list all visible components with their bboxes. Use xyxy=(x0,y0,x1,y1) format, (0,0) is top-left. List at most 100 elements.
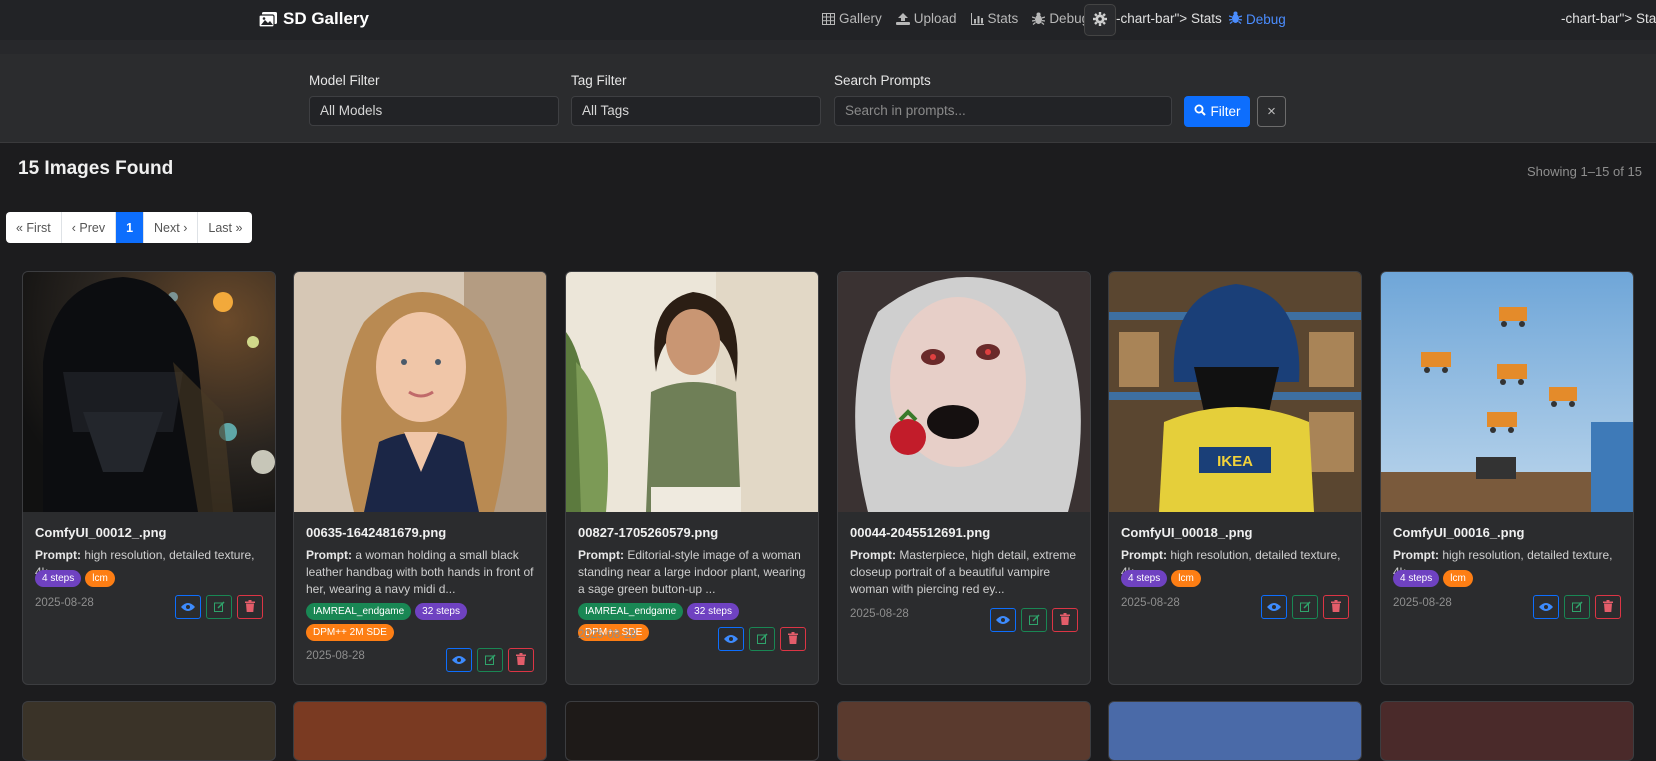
image-card-thumbnail[interactable] xyxy=(1108,701,1362,761)
model-filter-label: Model Filter xyxy=(309,73,380,88)
page-next-link[interactable]: Next › xyxy=(144,212,199,243)
view-button[interactable] xyxy=(990,608,1016,632)
results-count-heading: 15 Images Found xyxy=(18,158,174,179)
tag-filter-label: Tag Filter xyxy=(571,73,627,88)
svg-text:IKEA: IKEA xyxy=(1217,453,1253,470)
navbar-spacer xyxy=(0,40,1656,54)
model-filter-select[interactable]: All Models xyxy=(309,96,559,126)
tag-badge[interactable]: DPM++ 2M SDE xyxy=(306,624,394,641)
delete-button[interactable] xyxy=(1595,595,1621,619)
settings-button[interactable] xyxy=(1084,4,1116,36)
nav-stats-broken-text[interactable]: -chart-bar"> Stats xyxy=(1116,11,1222,26)
page-last-link[interactable]: Last » xyxy=(198,212,252,243)
filter-bar xyxy=(0,54,1656,143)
nav-gallery-link[interactable]: Gallery xyxy=(822,11,882,26)
eye-icon xyxy=(1539,599,1553,615)
image-card-thumbnail[interactable] xyxy=(293,701,547,761)
image-filename: ComfyUI_00016_.png xyxy=(1393,525,1525,540)
upload-icon xyxy=(895,12,910,25)
page-current[interactable]: 1 xyxy=(116,212,145,243)
view-button[interactable] xyxy=(1261,595,1287,619)
nav-stats-link[interactable]: Stats xyxy=(970,11,1018,26)
image-card: 00635-1642481679.png Prompt: a woman hol… xyxy=(293,271,547,685)
nav-upload-label: Upload xyxy=(913,11,957,26)
nav-stats-broken-text-2[interactable]: -chart-bar"> Stats xyxy=(1561,11,1656,26)
showing-range-text: Showing 1–15 of 15 xyxy=(1527,164,1642,179)
tag-badge[interactable]: 32 steps xyxy=(687,603,739,620)
card-actions xyxy=(718,627,806,651)
delete-button[interactable] xyxy=(1052,608,1078,632)
view-button[interactable] xyxy=(1533,595,1559,619)
tag-badge[interactable]: 4 steps xyxy=(1393,570,1440,587)
nav-gallery-label: Gallery xyxy=(839,11,882,26)
tag-badge[interactable]: lcm xyxy=(1443,570,1473,587)
edit-button[interactable] xyxy=(1292,595,1318,619)
tag-badge[interactable]: 32 steps xyxy=(415,603,467,620)
image-thumbnail[interactable] xyxy=(294,272,546,512)
view-button[interactable] xyxy=(718,627,744,651)
image-card: IKEA ComfyUI_00018_.png Prompt: high res… xyxy=(1108,271,1362,685)
edit-icon xyxy=(1028,612,1040,628)
clear-filters-button[interactable]: × xyxy=(1257,96,1286,127)
nav-debug-link[interactable]: Debug xyxy=(1032,11,1089,26)
image-card-thumbnail[interactable] xyxy=(1380,701,1634,761)
image-date: 2025-08-28 xyxy=(35,597,94,609)
delete-button[interactable] xyxy=(1323,595,1349,619)
image-filename: 00044-2045512691.png xyxy=(850,525,991,540)
image-filename: 00827-1705260579.png xyxy=(578,525,719,540)
nav-upload-link[interactable]: Upload xyxy=(895,11,957,26)
image-thumbnail[interactable] xyxy=(566,272,818,512)
tag-badge[interactable]: lcm xyxy=(1171,570,1201,587)
page-prev-link[interactable]: ‹ Prev xyxy=(62,212,117,243)
delete-button[interactable] xyxy=(508,648,534,672)
table-icon xyxy=(822,12,835,25)
tag-badge[interactable]: lcm xyxy=(85,570,115,587)
image-card-thumbnail[interactable] xyxy=(22,701,276,761)
tag-list: 4 steps lcm xyxy=(1121,570,1353,587)
filter-button[interactable]: Filter xyxy=(1184,96,1250,127)
image-filename: ComfyUI_00012_.png xyxy=(35,525,167,540)
edit-button[interactable] xyxy=(1564,595,1590,619)
edit-button[interactable] xyxy=(206,595,232,619)
image-card: 00044-2045512691.png Prompt: Masterpiece… xyxy=(837,271,1091,685)
eye-icon xyxy=(724,631,738,647)
image-date: 2025-08-28 xyxy=(306,650,365,662)
trash-icon xyxy=(788,631,798,647)
tag-badge[interactable]: IAMREAL_endgame xyxy=(578,603,684,620)
card-actions xyxy=(175,595,263,619)
nav-debug-active-link[interactable]: Debug xyxy=(1228,11,1286,27)
delete-button[interactable] xyxy=(780,627,806,651)
view-button[interactable] xyxy=(446,648,472,672)
tag-list: 4 steps lcm xyxy=(1393,570,1625,587)
images-icon xyxy=(259,11,277,27)
image-card: ComfyUI_00012_.png Prompt: high resoluti… xyxy=(22,271,276,685)
tag-badge[interactable]: 4 steps xyxy=(35,570,82,587)
page-first-link[interactable]: « First xyxy=(6,212,62,243)
image-thumbnail[interactable] xyxy=(838,272,1090,512)
brand-link[interactable]: SD Gallery xyxy=(259,9,369,29)
search-prompts-input[interactable]: Search in prompts... xyxy=(834,96,1172,126)
view-button[interactable] xyxy=(175,595,201,619)
tag-badge[interactable]: IAMREAL_endgame xyxy=(306,603,412,620)
trash-icon xyxy=(245,599,255,615)
tag-list: 4 steps lcm xyxy=(35,570,267,587)
trash-icon xyxy=(1603,599,1613,615)
image-card-thumbnail[interactable] xyxy=(837,701,1091,761)
image-date: 2025-08-28 xyxy=(1393,597,1452,609)
image-card-thumbnail[interactable] xyxy=(565,701,819,761)
tag-badge[interactable]: 4 steps xyxy=(1121,570,1168,587)
image-prompt: Prompt: Editorial-style image of a woman… xyxy=(578,547,810,598)
tag-filter-select[interactable]: All Tags xyxy=(571,96,821,126)
image-thumbnail[interactable]: IKEA xyxy=(1109,272,1361,512)
prompt-label: Prompt: xyxy=(1121,548,1167,562)
delete-button[interactable] xyxy=(237,595,263,619)
edit-button[interactable] xyxy=(477,648,503,672)
image-thumbnail[interactable] xyxy=(23,272,275,512)
pagination: « First ‹ Prev 1 Next › Last » xyxy=(6,212,253,243)
search-prompts-label: Search Prompts xyxy=(834,73,931,88)
prompt-label: Prompt: xyxy=(850,548,896,562)
edit-button[interactable] xyxy=(1021,608,1047,632)
image-thumbnail[interactable] xyxy=(1381,272,1633,512)
edit-button[interactable] xyxy=(749,627,775,651)
filter-button-label: Filter xyxy=(1210,104,1241,119)
